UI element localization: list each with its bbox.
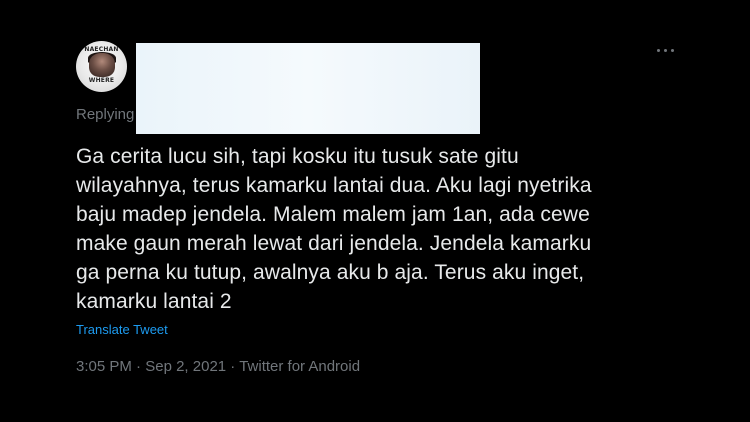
- tweet-text-line: kamarku lantai 2: [76, 290, 232, 313]
- tweet-text-line: baju madep jendela. Malem malem jam 1an,…: [76, 203, 590, 226]
- avatar-figure: [89, 53, 115, 77]
- avatar[interactable]: NAECHAN WHERE: [76, 41, 127, 92]
- tweet-text-line: wilayahnya, terus kamarku lantai dua. Ak…: [76, 174, 592, 197]
- tweet-meta: 3:05 PM · Sep 2, 2021 · Twitter for Andr…: [76, 358, 360, 375]
- redacted-user-info: [136, 43, 480, 134]
- tweet-time[interactable]: 3:05 PM: [76, 358, 132, 375]
- tweet-text-line: make gaun merah lewat dari jendela. Jend…: [76, 232, 592, 255]
- more-horizontal-icon[interactable]: [655, 47, 677, 55]
- translate-tweet-link[interactable]: Translate Tweet: [76, 322, 168, 337]
- avatar-top-text: NAECHAN: [84, 46, 119, 53]
- tweet-text-line: ga perna ku tutup, awalnya aku b aja. Te…: [76, 261, 585, 284]
- tweet-text-line: Ga cerita lucu sih, tapi kosku itu tusuk…: [76, 145, 519, 168]
- tweet-date[interactable]: Sep 2, 2021: [145, 358, 226, 375]
- avatar-bottom-text: WHERE: [88, 77, 115, 84]
- meta-separator: ·: [131, 358, 146, 375]
- meta-separator: ·: [226, 358, 240, 375]
- replying-label: Replying: [76, 106, 135, 123]
- tweet-screenshot: NAECHAN WHERE Replying Ga cerita lucu si…: [0, 0, 750, 422]
- tweet-text: Ga cerita lucu sih, tapi kosku itu tusuk…: [76, 142, 676, 316]
- tweet-source[interactable]: Twitter for Android: [239, 358, 360, 375]
